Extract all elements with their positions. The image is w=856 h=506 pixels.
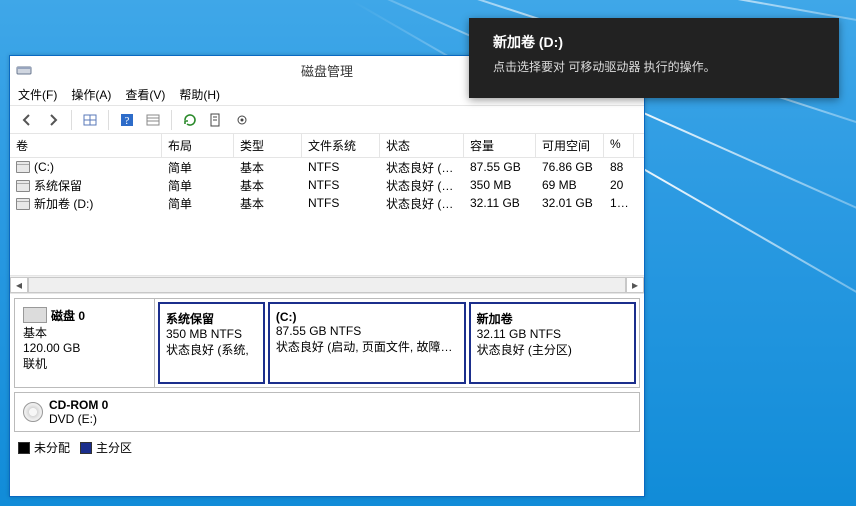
disk-name: 磁盘 0 — [51, 309, 85, 323]
toolbar-separator — [71, 110, 72, 130]
legend-swatch-blue — [80, 442, 92, 454]
autoplay-toast[interactable]: 新加卷 (D:) 点击选择要对 可移动驱动器 执行的操作。 — [469, 18, 839, 98]
col-percent[interactable]: % — [604, 134, 634, 157]
table-row[interactable]: (C:)简单基本NTFS状态良好 (…87.55 GB76.86 GB88 — [10, 158, 644, 176]
forward-button[interactable] — [42, 109, 64, 131]
disk-management-window: 磁盘管理 文件(F) 操作(A) 查看(V) 帮助(H) ? 卷 布局 类型 文… — [9, 55, 645, 497]
disk-type: 基本 — [23, 324, 146, 341]
back-button[interactable] — [16, 109, 38, 131]
partition[interactable]: 系统保留350 MB NTFS状态良好 (系统, — [158, 302, 265, 384]
volume-icon — [16, 161, 30, 173]
col-type[interactable]: 类型 — [234, 134, 302, 157]
toolbar-separator — [108, 110, 109, 130]
col-layout[interactable]: 布局 — [162, 134, 234, 157]
volume-list-body: (C:)简单基本NTFS状态良好 (…87.55 GB76.86 GB88系统保… — [10, 158, 644, 275]
disk-state: 联机 — [23, 355, 146, 372]
cdrom-icon — [23, 402, 43, 422]
menu-help[interactable]: 帮助(H) — [179, 86, 220, 103]
volume-icon — [16, 198, 30, 210]
disk-row[interactable]: 磁盘 0 基本 120.00 GB 联机 系统保留350 MB NTFS状态良好… — [14, 298, 640, 388]
col-volume[interactable]: 卷 — [10, 134, 162, 157]
disk-icon — [23, 307, 47, 323]
legend: 未分配 主分区 — [10, 436, 644, 458]
h-scrollbar[interactable]: ◂ ▸ — [10, 275, 644, 293]
menu-action[interactable]: 操作(A) — [71, 86, 111, 103]
settings-icon[interactable] — [231, 109, 253, 131]
toolbar: ? — [10, 106, 644, 134]
table-row[interactable]: 新加卷 (D:)简单基本NTFS状态良好 (…32.11 GB32.01 GB1… — [10, 194, 644, 212]
volume-icon — [16, 180, 30, 192]
table-row[interactable]: 系统保留简单基本NTFS状态良好 (…350 MB69 MB20 — [10, 176, 644, 194]
legend-swatch-black — [18, 442, 30, 454]
menu-file[interactable]: 文件(F) — [18, 86, 57, 103]
col-capacity[interactable]: 容量 — [464, 134, 536, 157]
window-title: 磁盘管理 — [301, 61, 353, 80]
toolbar-separator — [171, 110, 172, 130]
partition[interactable]: (C:)87.55 GB NTFS状态良好 (启动, 页面文件, 故障转… — [268, 302, 466, 384]
toast-body: 点击选择要对 可移动驱动器 执行的操作。 — [493, 58, 815, 75]
disk-label-panel: 磁盘 0 基本 120.00 GB 联机 — [15, 299, 155, 387]
toolbar-list-icon[interactable] — [142, 109, 164, 131]
refresh-icon[interactable] — [179, 109, 201, 131]
help-icon[interactable]: ? — [116, 109, 138, 131]
col-status[interactable]: 状态 — [380, 134, 464, 157]
scroll-left-icon[interactable]: ◂ — [10, 277, 28, 293]
partition[interactable]: 新加卷32.11 GB NTFS状态良好 (主分区) — [469, 302, 636, 384]
legend-unallocated: 未分配 — [18, 439, 70, 456]
toolbar-view-icon[interactable] — [79, 109, 101, 131]
scroll-right-icon[interactable]: ▸ — [626, 277, 644, 293]
app-icon — [16, 62, 32, 78]
disk-partitions: 系统保留350 MB NTFS状态良好 (系统,(C:)87.55 GB NTF… — [155, 299, 639, 387]
svg-text:?: ? — [125, 115, 130, 127]
cdrom-name: CD-ROM 0 — [49, 398, 108, 412]
cdrom-sub: DVD (E:) — [49, 412, 108, 426]
col-filesystem[interactable]: 文件系统 — [302, 134, 380, 157]
cdrom-row[interactable]: CD-ROM 0 DVD (E:) — [14, 392, 640, 432]
disk-layout-pane: 磁盘 0 基本 120.00 GB 联机 系统保留350 MB NTFS状态良好… — [10, 294, 644, 496]
toast-title: 新加卷 (D:) — [493, 32, 815, 52]
disk-size: 120.00 GB — [23, 341, 146, 355]
volume-list: 卷 布局 类型 文件系统 状态 容量 可用空间 % (C:)简单基本NTFS状态… — [10, 134, 644, 294]
col-free[interactable]: 可用空间 — [536, 134, 604, 157]
scroll-track[interactable] — [28, 277, 626, 293]
properties-icon[interactable] — [205, 109, 227, 131]
legend-primary: 主分区 — [80, 439, 132, 456]
menu-view[interactable]: 查看(V) — [125, 86, 165, 103]
volume-list-header: 卷 布局 类型 文件系统 状态 容量 可用空间 % — [10, 134, 644, 158]
